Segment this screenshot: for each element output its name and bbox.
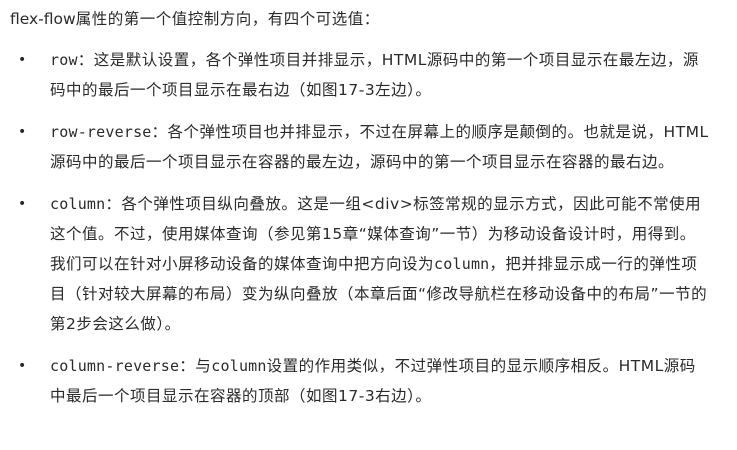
list-item-column: • column：各个弹性项目纵向叠放。这是一组<div>标签常规的显示方式，因…	[10, 189, 709, 339]
intro-lead-code: flex-flow	[10, 10, 76, 28]
bullet-icon: •	[18, 358, 27, 374]
intro-text: 属性的第一个值控制方向，有四个可选值：	[75, 10, 380, 28]
document-page: flex-flow属性的第一个值控制方向，有四个可选值： • row：这是默认设…	[0, 0, 737, 450]
list-item-row-reverse: • row-reverse：各个弹性项目也并排显示，不过在屏幕上的顺序是颠倒的。…	[10, 117, 709, 177]
flex-direction-values-list: • row：这是默认设置，各个弹性项目并排显示，HTML源码中的第一个项目显示在…	[10, 45, 709, 411]
item-code-column-reverse: column-reverse	[50, 357, 180, 375]
list-item-row: • row：这是默认设置，各个弹性项目并排显示，HTML源码中的第一个项目显示在…	[10, 45, 709, 105]
list-item-column-reverse: • column-reverse：与column设置的作用类似，不过弹性项目的显…	[10, 351, 709, 411]
bullet-icon: •	[18, 196, 27, 212]
bullet-icon: •	[18, 52, 27, 68]
item-text: ：与	[179, 357, 212, 375]
bullet-icon: •	[18, 124, 27, 140]
intro-paragraph: flex-flow属性的第一个值控制方向，有四个可选值：	[10, 5, 709, 33]
item-code-column: column	[50, 195, 106, 213]
inline-code-column: column	[211, 357, 267, 375]
item-code-row: row	[50, 51, 78, 69]
item-text: ：这是默认设置，各个弹性项目并排显示，HTML源码中的第一个项目显示在最左边，源…	[50, 51, 699, 99]
item-code-row-reverse: row-reverse	[50, 123, 152, 141]
inline-code-column: column	[434, 255, 490, 273]
